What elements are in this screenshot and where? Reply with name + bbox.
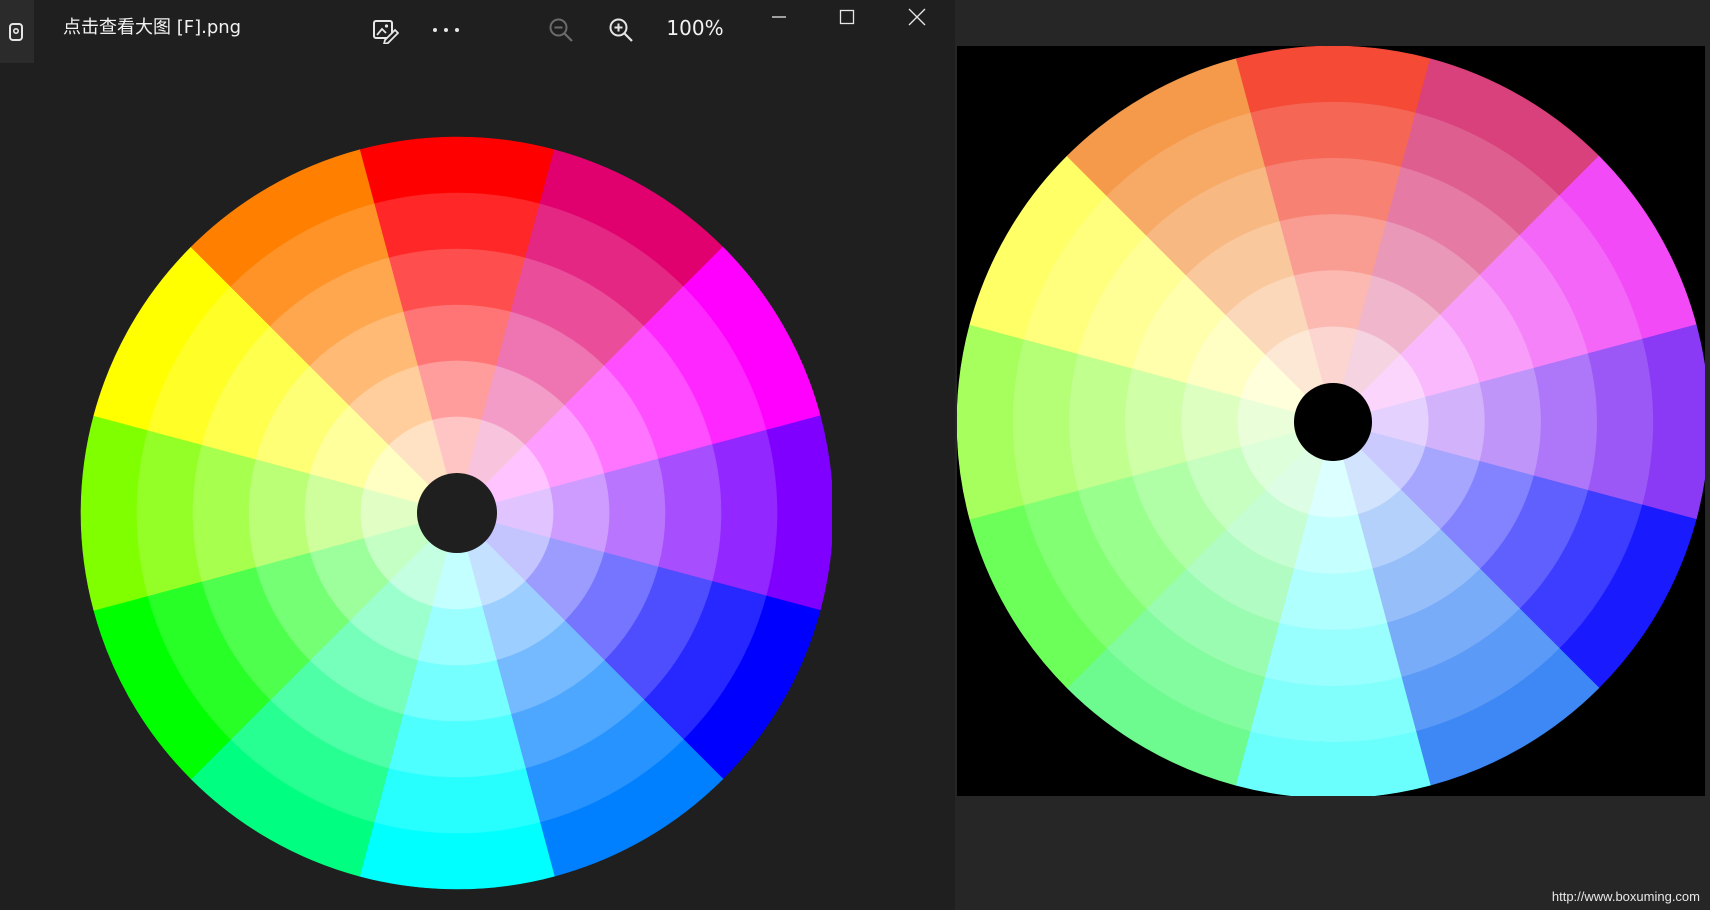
edit-image-icon: [373, 20, 399, 44]
second-image-panel: http://www.boxuming.com: [955, 0, 1710, 910]
wheel-cell: [1012, 338, 1079, 506]
wheel-cell: [1278, 214, 1388, 277]
wheel-cell: [657, 444, 722, 582]
wheel-cell: [1249, 676, 1417, 743]
wheel-cell: [1264, 158, 1402, 222]
app-photo-icon: [9, 22, 23, 41]
photo-viewer-window: 点击查看大图 [F].png 100%: [0, 0, 955, 910]
image-canvas[interactable]: [0, 63, 955, 910]
color-wheel-left: [80, 136, 832, 890]
second-image-canvas: [956, 45, 1710, 799]
wheel-cell: [136, 429, 203, 597]
more-options-button[interactable]: [424, 8, 468, 52]
wheel-hub: [417, 473, 497, 553]
wheel-cell: [1278, 567, 1388, 630]
wheel-cell: [373, 192, 541, 259]
zoom-in-button[interactable]: [599, 8, 643, 52]
minimize-icon: [772, 16, 786, 18]
zoom-in-icon: [609, 18, 633, 42]
close-button[interactable]: [883, 0, 951, 34]
zoom-out-button[interactable]: [539, 8, 583, 52]
color-wheel-right: [956, 45, 1710, 799]
wheel-cell: [1125, 367, 1188, 477]
wheel-cell: [192, 444, 257, 582]
wheel-cell: [402, 304, 512, 367]
wheel-cell: [402, 659, 512, 722]
wheel-cell: [388, 713, 526, 778]
watermark-text: http://www.boxuming.com: [1551, 889, 1700, 904]
wheel-hub: [1294, 383, 1372, 461]
minimize-button[interactable]: [745, 0, 813, 34]
wheel-cell: [1249, 101, 1417, 168]
wheel-cell: [603, 458, 666, 568]
wheel-cell: [388, 248, 526, 313]
maximize-button[interactable]: [813, 0, 881, 34]
wheel-cell: [711, 429, 778, 597]
app-icon-tab[interactable]: [0, 0, 34, 63]
wheel-cell: [1587, 338, 1654, 506]
maximize-icon: [839, 9, 855, 25]
wheel-cell: [373, 767, 541, 834]
more-options-icon: [433, 28, 459, 32]
window-title: 点击查看大图 [F].png: [63, 17, 242, 38]
titlebar: 点击查看大图 [F].png 100%: [0, 0, 955, 63]
zoom-level[interactable]: 100%: [660, 14, 730, 42]
zoom-out-icon: [549, 18, 573, 42]
wheel-cell: [1264, 622, 1402, 686]
close-icon: [908, 8, 926, 26]
wheel-cell: [1478, 367, 1541, 477]
edit-image-button[interactable]: [363, 8, 407, 52]
wheel-cell: [248, 458, 311, 568]
wheel-cell: [1069, 353, 1133, 491]
wheel-cell: [1533, 353, 1597, 491]
